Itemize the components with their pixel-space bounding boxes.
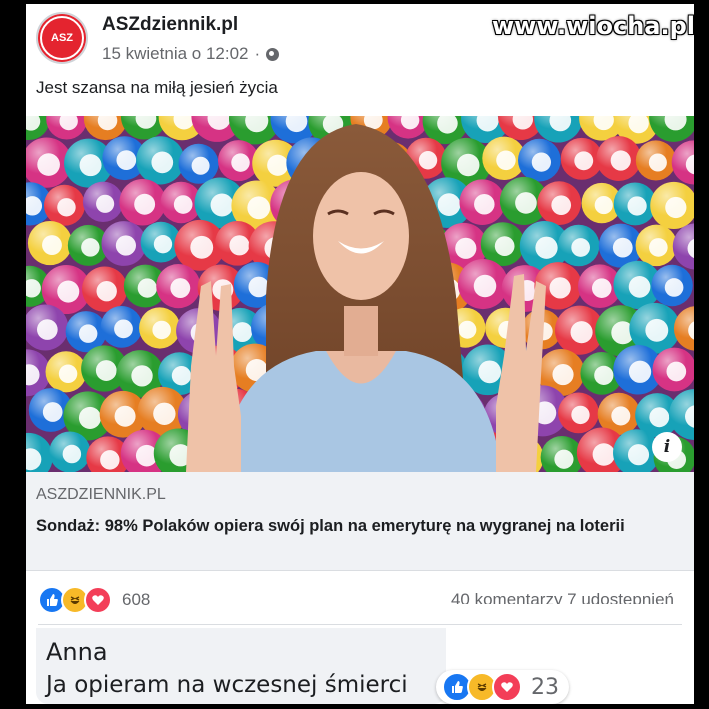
reactions-bar: 608 40 komentarzy 7 udostępnień xyxy=(26,584,694,616)
page-avatar[interactable]: ASZ xyxy=(36,12,88,64)
post-timestamp[interactable]: 15 kwietnia o 12:02 xyxy=(102,44,249,64)
comment: Anna Ja opieram na wczesnej śmierci 23 xyxy=(36,628,636,704)
link-domain: ASZDZIENNIK.PL xyxy=(36,486,166,503)
page-name-link[interactable]: ASZdziennik.pl xyxy=(102,14,238,36)
avatar-logo-text: ASZ xyxy=(51,32,73,44)
comments-shares-link[interactable]: 40 komentarzy 7 udostępnień xyxy=(451,590,674,604)
post-image[interactable]: i xyxy=(26,116,694,472)
meta-separator: · xyxy=(254,44,261,63)
love-icon xyxy=(492,672,522,702)
comment-bubble: Anna Ja opieram na wczesnej śmierci xyxy=(36,628,446,704)
lottery-balls-photo xyxy=(26,116,694,472)
comment-reaction-count: 23 xyxy=(531,674,559,700)
comment-reactions[interactable]: 23 xyxy=(436,670,569,704)
post-header: ASZ ASZdziennik.pl 15 kwietnia o 12:02 · xyxy=(36,10,536,70)
comment-text: Ja opieram na wczesnej śmierci xyxy=(46,672,408,698)
reaction-count[interactable]: 608 xyxy=(122,590,150,610)
post-meta: 15 kwietnia o 12:02 · xyxy=(102,44,280,64)
facebook-post-card: ASZ ASZdziennik.pl 15 kwietnia o 12:02 ·… xyxy=(26,4,694,704)
love-icon xyxy=(84,586,112,614)
watermark: www.wiocha.pl xyxy=(491,12,695,40)
reaction-icons[interactable] xyxy=(38,586,112,614)
asz-logo: ASZ xyxy=(40,16,84,60)
info-icon[interactable]: i xyxy=(652,432,682,462)
link-preview[interactable]: ASZDZIENNIK.PL Sondaż: 98% Polaków opier… xyxy=(26,472,694,571)
link-title[interactable]: Sondaż: 98% Polaków opiera swój plan na … xyxy=(36,514,676,538)
post-text: Jest szansa na miłą jesień życia xyxy=(36,78,278,97)
globe-icon xyxy=(266,47,280,61)
divider xyxy=(38,624,682,625)
comment-author[interactable]: Anna xyxy=(46,638,108,666)
